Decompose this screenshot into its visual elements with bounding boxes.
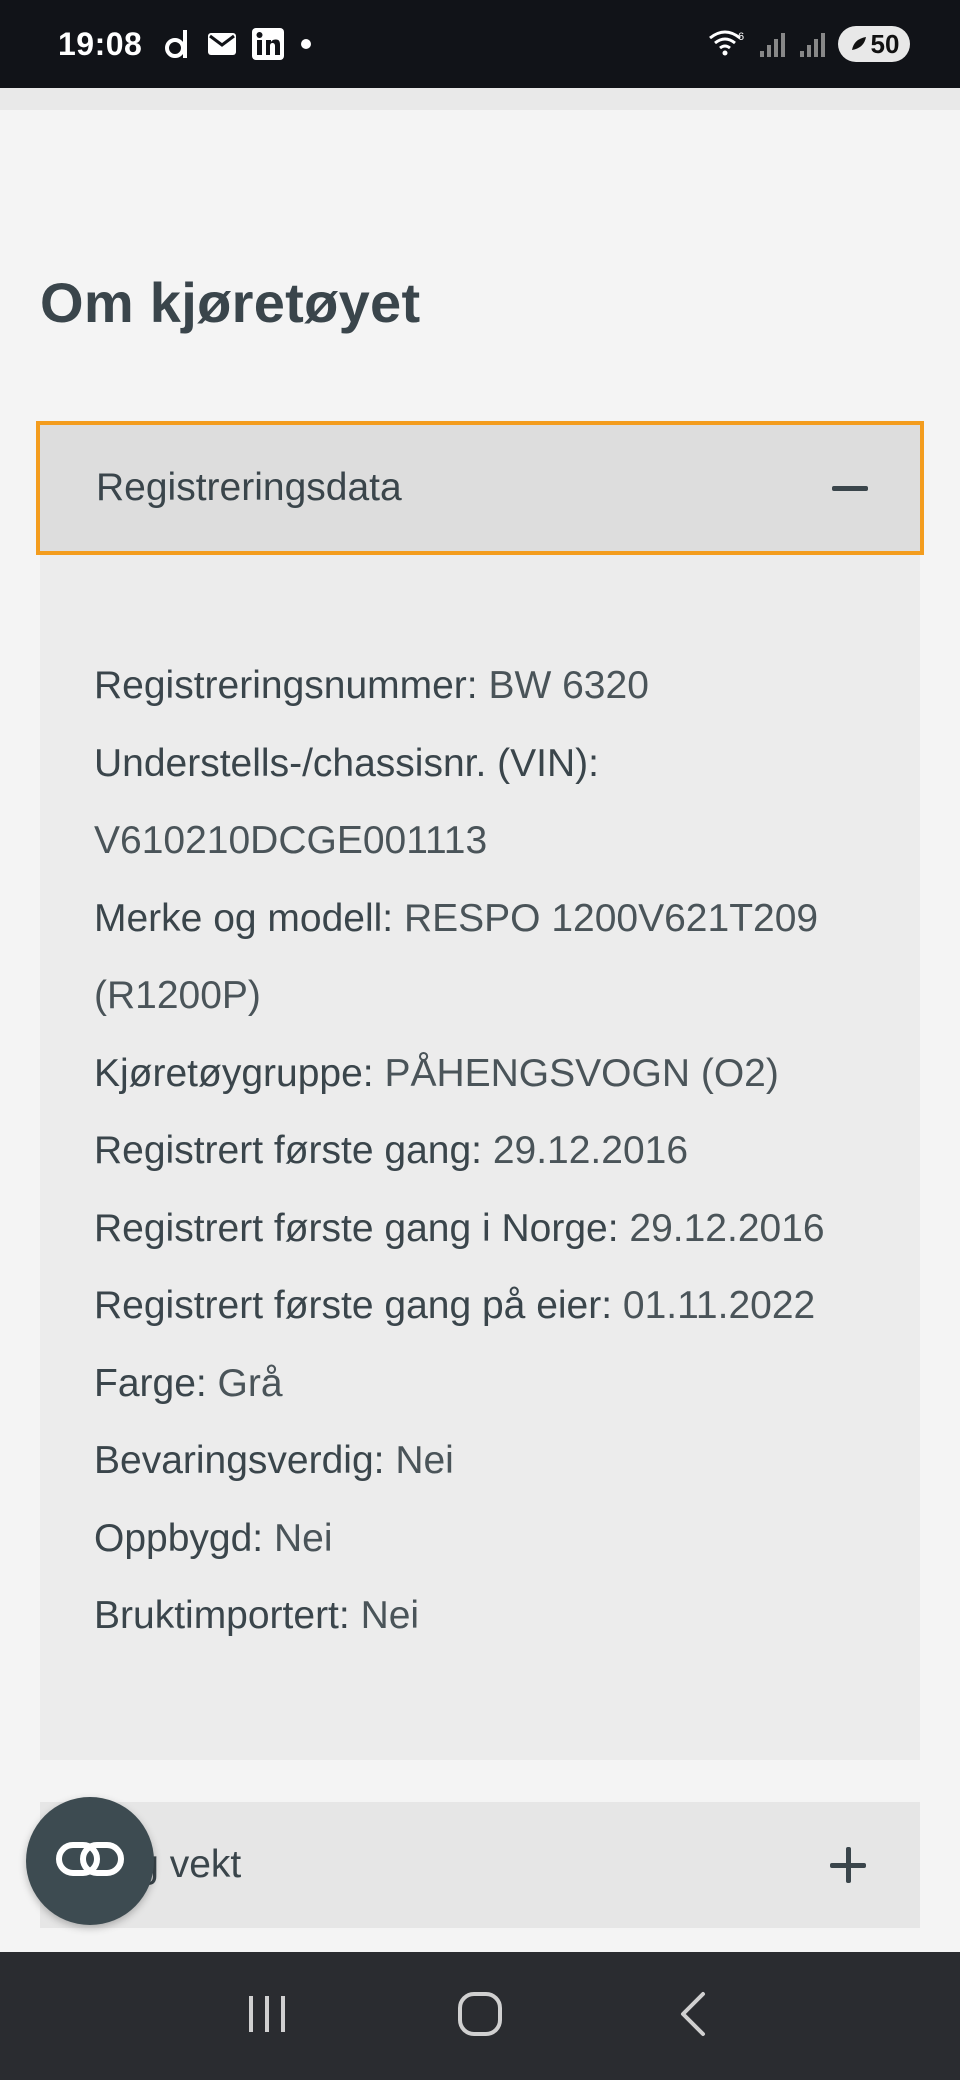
recents-icon [245,1994,289,2039]
d-app-icon [164,28,192,60]
info-value: PÅHENGSVOGN (O2) [373,1051,779,1095]
info-value: Nei [384,1439,454,1482]
wifi-icon: 6 [708,28,748,60]
top-strip [0,88,960,110]
info-row: Kjøretøygruppe: PÅHENGSVOGN (O2) [94,1035,920,1113]
linkedin-icon [252,28,285,60]
status-left: 19:08 [58,26,314,63]
accordion-mal-og-vekt-header[interactable]: l og vekt [40,1802,920,1928]
info-key: Registrert første gang i Norge: [94,1206,619,1250]
info-row: Registrert første gang på eier: 01.11.20… [94,1267,920,1345]
accordion-label: Registreringsdata [96,466,402,509]
link-fab-button[interactable] [26,1797,154,1925]
back-icon [675,1990,711,2043]
svg-text:6: 6 [738,31,744,43]
info-row: Registrert første gang i Norge: 29.12.20… [94,1190,920,1268]
info-key: Oppbygd: [94,1516,264,1560]
info-value: RESPO 1200V621T209 [393,896,819,940]
info-key: Registreringsnummer: [94,664,478,707]
info-row: (R1200P) [94,957,920,1035]
navigation-bar [0,1952,960,2080]
info-value: V610210DCGE001113 [94,819,488,862]
plus-icon[interactable] [830,1847,866,1883]
info-value: BW 6320 [477,664,649,707]
info-row: Bevaringsverdig: Nei [94,1422,920,1500]
home-button[interactable] [440,1976,520,2056]
info-key: Bruktimportert: [94,1594,350,1637]
accordion-registreringsdata-header[interactable]: Registreringsdata [36,421,924,555]
page-title: Om kjøretøyet [40,271,421,334]
signal-icon-2 [798,29,828,59]
info-row: Oppbygd: Nei [94,1500,920,1578]
status-time: 19:08 [58,25,143,62]
battery-icon [849,34,869,54]
info-value: Nei [263,1516,333,1560]
info-key: Farge: [94,1361,207,1405]
home-icon [456,1990,504,2043]
info-value: 01.11.2022 [612,1284,816,1327]
info-key: Understells-/chassisnr. (VIN): [94,741,599,785]
recents-button[interactable] [227,1976,307,2056]
status-right: 6 50 [708,26,910,62]
info-value: 29.12.2016 [618,1206,825,1250]
info-key: Bevaringsverdig: [94,1439,385,1482]
info-value: 29.12.2016 [481,1129,689,1172]
status-bar: 19:08 6 50 [0,0,960,88]
back-button[interactable] [653,1976,733,2056]
info-value: Grå [206,1361,283,1405]
signal-icon [758,29,788,59]
info-key: Kjøretøygruppe: [94,1051,374,1095]
info-key: Registrert første gang på eier: [94,1284,613,1327]
info-value: (R1200P) [94,974,261,1017]
battery-level: 50 [870,28,900,59]
info-row: Understells-/chassisnr. (VIN): [94,725,920,803]
info-row: Farge: Grå [94,1345,920,1423]
info-row: V610210DCGE001113 [94,802,920,880]
notification-dot-icon [298,36,314,52]
info-key: Merke og modell: [94,896,394,940]
info-row: Registreringsnummer: BW 6320 [94,647,920,725]
minus-icon[interactable] [832,485,868,491]
info-row: Bruktimportert: Nei [94,1577,920,1655]
info-value: Nei [349,1594,420,1637]
link-icon [55,1839,125,1884]
battery-indicator: 50 [838,26,910,62]
info-row: Registrert første gang: 29.12.2016 [94,1112,920,1190]
info-row: Merke og modell: RESPO 1200V621T209 [94,880,920,958]
accordion-registreringsdata-body: Registreringsnummer: BW 6320 Understells-… [40,555,920,1760]
mail-icon [206,30,238,58]
info-key: Registrert første gang: [94,1129,482,1172]
